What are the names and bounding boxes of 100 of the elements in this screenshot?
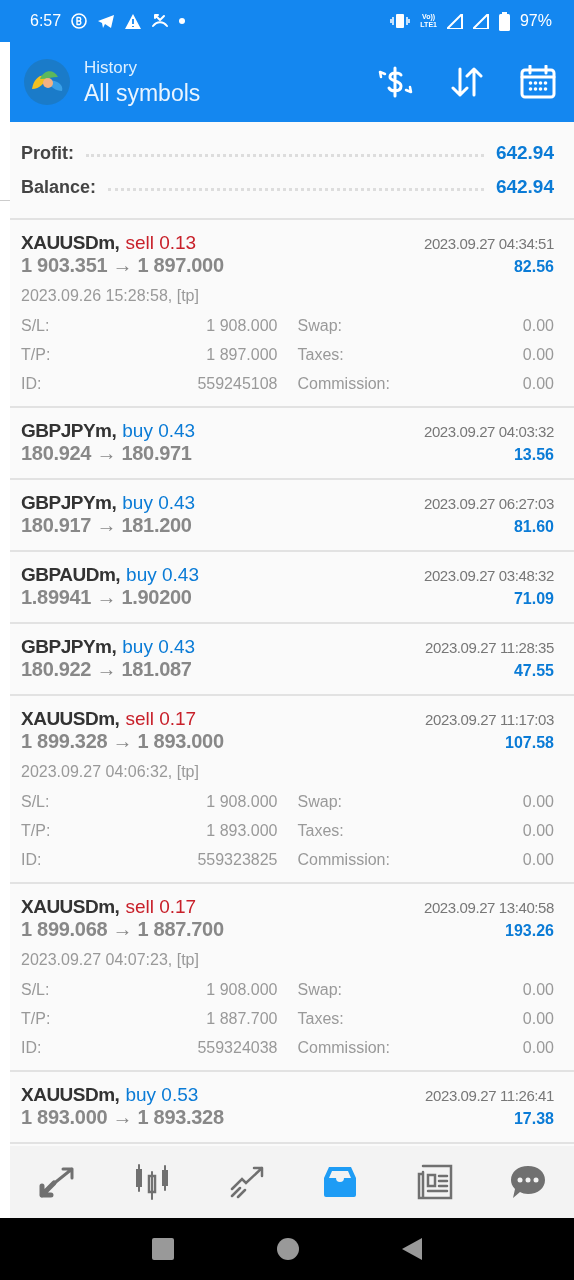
detail-label: Swap: xyxy=(297,981,342,999)
trade-side: sell 0.17 xyxy=(125,896,197,917)
trade-symbol: XAUUSDm, xyxy=(21,232,120,253)
battery-icon xyxy=(498,11,510,31)
home-icon[interactable] xyxy=(277,1238,299,1260)
trade-time: 2023.09.27 06:27:03 xyxy=(423,495,554,512)
dot-icon xyxy=(179,18,186,24)
trade-row[interactable]: GBPJPYm, buy 0.43 2023.09.27 04:03:32 180.924 → 180.971 13.56 xyxy=(10,408,574,480)
clock-time: 6:57 xyxy=(30,12,62,30)
detail-value: 0.00 xyxy=(522,822,554,840)
trade-row[interactable]: XAUUSDm, sell 0.13 2023.09.27 04:34:51 1 903.351 → 1 897.000 82.56 2023.09.26 15:28:58, [tp] S/L: 1 908.000 Swap: 0.00 T/P: 1 897.000 Taxes: 0.00 ID: 559245108 Commission: 0.00 xyxy=(10,220,574,408)
detail-label: Commission: xyxy=(297,851,390,869)
trade-row[interactable]: XAUUSDm, sell 0.17 2023.09.27 11:17:03 1 899.328 → 1 893.000 107.58 2023.09.27 04:06:32, [tp] S/L: 1 908.000 Swap: 0.00 T/P: 1 893.000 Taxes: 0.00 ID: 559323825 Commission: 0.00 xyxy=(10,696,574,884)
detail-label: T/P: xyxy=(21,346,51,364)
trade-prices: 1 899.328 → 1 893.000 xyxy=(21,730,224,753)
chart-tab[interactable] xyxy=(133,1164,171,1200)
chat-tab[interactable] xyxy=(509,1164,546,1200)
detail-value: 1 908.000 xyxy=(206,981,278,999)
trade-time: 2023.09.27 04:34:51 xyxy=(423,235,554,252)
trade-symbol: GBPJPYm, xyxy=(21,492,117,513)
trade-prices: 180.922 → 181.087 xyxy=(21,658,192,681)
detail-label: ID: xyxy=(21,851,42,869)
summary-value: 642.94 xyxy=(495,176,554,198)
trade-side: buy 0.43 xyxy=(126,564,199,585)
recents-icon[interactable] xyxy=(151,1238,174,1260)
detail-value: 1 893.000 xyxy=(206,822,278,840)
detail-value: 559323825 xyxy=(197,851,278,869)
dollar-exchange-button[interactable] xyxy=(376,66,414,98)
trade-profit: 13.56 xyxy=(513,446,554,464)
detail-label: Taxes: xyxy=(297,822,344,840)
detail-label: S/L: xyxy=(21,793,50,811)
trade-prices: 180.917 → 181.200 xyxy=(21,514,192,537)
trade-side: buy 0.43 xyxy=(122,492,196,513)
trade-profit: 81.60 xyxy=(513,518,554,536)
detail-value: 0.00 xyxy=(522,851,554,869)
detail-value: 0.00 xyxy=(522,793,554,811)
detail-label: Swap: xyxy=(297,793,342,811)
trade-side: sell 0.13 xyxy=(125,232,197,253)
quotes-tab[interactable] xyxy=(38,1165,77,1199)
trade-time: 2023.09.27 11:28:35 xyxy=(425,639,554,656)
trade-prices: 1 899.068 → 1 887.700 xyxy=(21,918,224,941)
trade-time: 2023.09.27 13:40:58 xyxy=(423,899,554,916)
trade-symbol: GBPJPYm, xyxy=(21,420,117,441)
trade-time: 2023.09.27 03:48:32 xyxy=(423,567,554,584)
trade-side: buy 0.43 xyxy=(122,636,196,657)
open-time: 2023.09.27 04:07:23, [tp] xyxy=(21,951,200,969)
missed-call-icon xyxy=(151,13,170,29)
trade-prices: 180.924 → 180.971 xyxy=(21,442,192,465)
sort-button[interactable] xyxy=(450,67,484,97)
trade-symbol: GBPJPYm, xyxy=(21,636,117,657)
detail-label: T/P: xyxy=(21,1010,51,1028)
detail-label: ID: xyxy=(21,375,42,393)
detail-value: 1 887.700 xyxy=(206,1010,278,1028)
trade-row[interactable]: XAUUSDm, sell 0.17 2023.09.27 13:40:58 1 899.068 → 1 887.700 193.26 2023.09.27 04:07:23, [tp] S/L: 1 908.000 Swap: 0.00 T/P: 1 887.700 Taxes: 0.00 ID: 559324038 Commission: 0.00 xyxy=(10,884,574,1072)
detail-label: S/L: xyxy=(21,981,50,999)
calendar-button[interactable] xyxy=(520,65,556,99)
detail-value: 559324038 xyxy=(197,1039,278,1057)
detail-value: 0.00 xyxy=(522,375,554,393)
trade-prices: 1 893.000 → 1 893.328 xyxy=(21,1106,224,1129)
back-icon[interactable] xyxy=(402,1238,423,1260)
summary-label: Profit: xyxy=(21,142,74,164)
detail-label: S/L: xyxy=(21,317,50,335)
trade-row[interactable]: GBPJPYm, buy 0.43 2023.09.27 06:27:03 180.917 → 181.200 81.60 xyxy=(10,480,574,552)
detail-value: 0.00 xyxy=(522,346,554,364)
history-tab[interactable] xyxy=(322,1166,359,1198)
signal-icon xyxy=(472,13,489,29)
trade-symbol: XAUUSDm, xyxy=(21,1084,120,1105)
trade-symbol: XAUUSDm, xyxy=(21,708,120,729)
trade-prices: 1 903.351 → 1 897.000 xyxy=(21,254,224,277)
detail-value: 0.00 xyxy=(522,1010,554,1028)
trade-profit: 82.56 xyxy=(513,258,554,276)
trade-time: 2023.09.27 11:17:03 xyxy=(425,711,554,728)
detail-value: 0.00 xyxy=(522,981,554,999)
trade-symbol: GBPAUDm, xyxy=(21,564,121,585)
trade-time: 2023.09.27 04:03:32 xyxy=(423,423,554,440)
open-time: 2023.09.26 15:28:58, [tp] xyxy=(21,287,200,305)
trade-row[interactable]: GBPAUDm, buy 0.43 2023.09.27 03:48:32 1.89941 → 1.90200 71.09 xyxy=(10,552,574,624)
warning-icon xyxy=(125,13,142,29)
summary-label: Balance: xyxy=(21,176,97,198)
trade-side: sell 0.17 xyxy=(125,708,197,729)
screen-subtitle: All symbols xyxy=(84,79,202,107)
trade-row[interactable]: GBPJPYm, buy 0.43 2023.09.27 11:28:35 180.922 → 181.087 47.55 xyxy=(10,624,574,696)
detail-label: ID: xyxy=(21,1039,42,1057)
open-time: 2023.09.27 04:06:32, [tp] xyxy=(21,763,200,781)
detail-value: 1 897.000 xyxy=(206,346,278,364)
detail-value: 0.00 xyxy=(522,317,554,335)
trade-side: buy 0.53 xyxy=(125,1084,199,1105)
detail-value: 1 908.000 xyxy=(206,793,278,811)
trade-time: 2023.09.27 11:26:41 xyxy=(425,1087,554,1104)
trade-row[interactable]: XAUUSDm, buy 0.53 2023.09.27 11:26:41 1 893.000 → 1 893.328 17.38 xyxy=(10,1072,574,1144)
battery-percent: 97% xyxy=(519,12,552,30)
trade-profit: 47.55 xyxy=(513,662,554,680)
trade-profit: 17.38 xyxy=(513,1110,554,1128)
detail-label: Commission: xyxy=(297,375,390,393)
signal-icon xyxy=(446,13,463,29)
trade-profit: 107.58 xyxy=(505,734,554,752)
detail-label: Swap: xyxy=(297,317,342,335)
trade-profit: 71.09 xyxy=(513,590,554,608)
detail-label: Taxes: xyxy=(297,1010,344,1028)
trade-symbol: XAUUSDm, xyxy=(21,896,120,917)
